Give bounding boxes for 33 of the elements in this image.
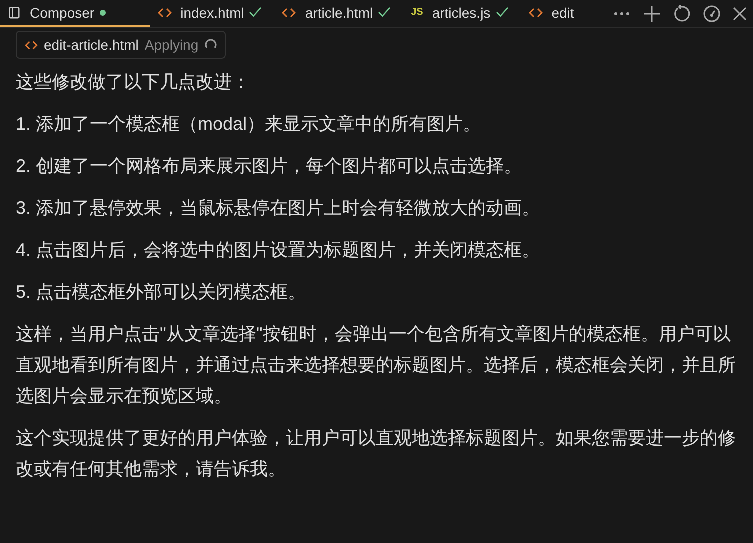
js-icon: JS: [411, 7, 424, 18]
document-icon: [8, 6, 21, 20]
message-paragraph: 4. 点击图片后，会将选中的图片设置为标题图片，并关闭模态框。: [16, 239, 542, 262]
message-paragraph: 2. 创建了一个网格布局来展示图片，每个图片都可以点击选择。: [16, 155, 524, 178]
code-icon: [158, 8, 172, 18]
editor-tab[interactable]: article.html: [274, 0, 404, 27]
tab-label: edit: [552, 4, 574, 20]
editor-tab[interactable]: edit: [520, 0, 574, 27]
editor-tab[interactable]: JS articles.js: [403, 0, 521, 27]
editor-tab[interactable]: index.html: [150, 0, 274, 27]
message-paragraph: 3. 添加了悬停效果，当鼠标悬停在图片上时会有轻微放大的动画。: [16, 197, 542, 220]
tab-label: index.html: [180, 4, 244, 20]
tab-label: articles.js: [432, 4, 491, 20]
message-paragraph: 这个实现提供了更好的用户体验，让用户可以直观地选择标题图片。如果您需要进一步的修改或有任何其他需求，请告诉我。: [16, 427, 737, 481]
refresh-icon[interactable]: [673, 4, 691, 22]
message-paragraph: 5. 点击模态框外部可以关闭模态框。: [16, 281, 308, 304]
file-chip[interactable]: edit-article.html Applying: [16, 31, 226, 59]
close-icon[interactable]: [733, 6, 747, 20]
message-paragraph: 这些修改做了以下几点改进：: [16, 71, 251, 94]
editor-tab[interactable]: Composer: [0, 0, 150, 27]
more-icon[interactable]: [613, 10, 631, 16]
code-icon: [25, 40, 38, 50]
plus-icon[interactable]: [643, 4, 661, 22]
gauge-icon[interactable]: [703, 4, 721, 22]
code-icon: [528, 8, 543, 18]
code-icon: [282, 8, 296, 18]
message-paragraph: 1. 添加了一个模态框（modal）来显示文章中的所有图片。: [16, 113, 482, 136]
tab-label: Composer: [30, 4, 95, 20]
file-name: edit-article.html: [44, 37, 139, 53]
message-paragraph: 这样，当用户点击"从文章选择"按钮时，会弹出一个包含所有文章图片的模态框。用户可以直观地看到所有图片，并通过点击来选择想要的标题图片。选择后，模态框会关闭，并且所选图片会显示在预览区域。: [16, 323, 737, 408]
spinner-icon: [204, 39, 217, 51]
status-text: Applying: [144, 37, 199, 53]
tab-label: article.html: [305, 4, 374, 20]
